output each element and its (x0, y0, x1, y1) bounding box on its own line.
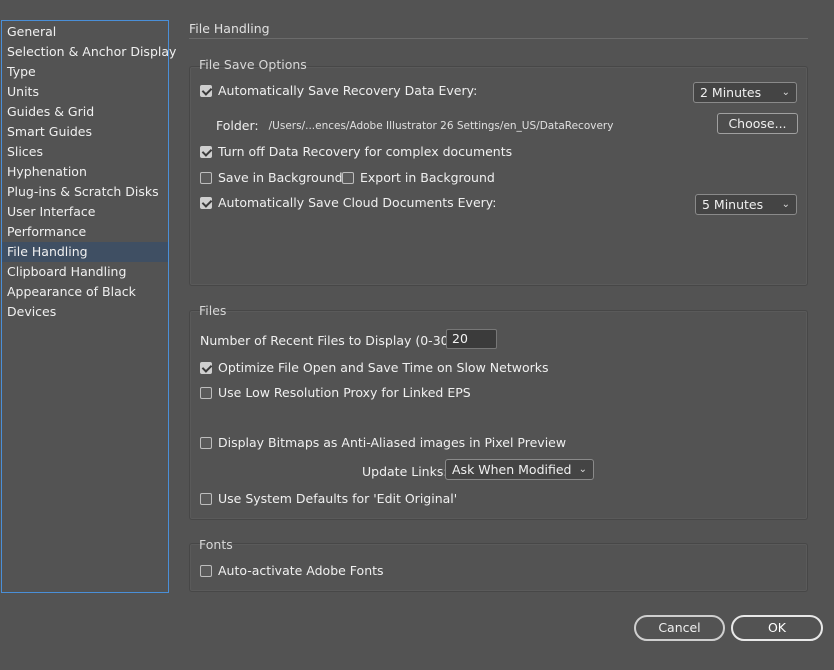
system-defaults-label: Use System Defaults for 'Edit Original' (218, 491, 458, 506)
update-links-label: Update Links: (362, 464, 448, 479)
auto-save-recovery-label: Automatically Save Recovery Data Every: (218, 83, 478, 98)
low-res-proxy-label: Use Low Resolution Proxy for Linked EPS (218, 385, 471, 400)
chevron-down-icon: ⌄ (781, 199, 790, 210)
export-in-background-checkbox[interactable] (342, 171, 354, 184)
sidebar-item-appearance-of-black[interactable]: Appearance of Black (2, 282, 168, 302)
sidebar-item-general[interactable]: General (2, 22, 168, 42)
sidebar-item-slices[interactable]: Slices (2, 142, 168, 162)
sidebar-item-user-interface[interactable]: User Interface (2, 202, 168, 222)
system-defaults-row: Use System Defaults for 'Edit Original' (200, 491, 457, 506)
save-in-background-checkbox[interactable] (200, 171, 212, 184)
turn-off-recovery-label: Turn off Data Recovery for complex docum… (218, 144, 513, 159)
optimize-open-save-checkbox[interactable] (200, 361, 212, 374)
sidebar-item-performance[interactable]: Performance (2, 222, 168, 242)
file-save-options-title: File Save Options (199, 57, 307, 72)
sidebar-item-smart-guides[interactable]: Smart Guides (2, 122, 168, 142)
choose-folder-button[interactable]: Choose... (717, 113, 798, 134)
optimize-open-save-row: Optimize File Open and Save Time on Slow… (200, 360, 548, 375)
sidebar-item-file-handling[interactable]: File Handling (2, 242, 168, 262)
auto-activate-fonts-label: Auto-activate Adobe Fonts (218, 563, 384, 578)
sidebar-item-selection-anchor-display[interactable]: Selection & Anchor Display (2, 42, 176, 62)
auto-save-cloud-row: Automatically Save Cloud Documents Every… (200, 195, 497, 210)
sidebar-item-plugins-scratch-disks[interactable]: Plug-ins & Scratch Disks (2, 182, 168, 202)
recovery-interval-select[interactable]: 2 Minutes ⌄ (693, 82, 797, 103)
auto-save-cloud-label: Automatically Save Cloud Documents Every… (218, 195, 497, 210)
sidebar-item-devices[interactable]: Devices (2, 302, 168, 322)
page-title: File Handling (189, 21, 270, 36)
export-in-background-row: Export in Background (342, 170, 495, 185)
folder-row: Folder: /Users/...ences/Adobe Illustrato… (216, 118, 613, 133)
low-res-proxy-row: Use Low Resolution Proxy for Linked EPS (200, 385, 471, 400)
sidebar-item-type[interactable]: Type (2, 62, 168, 82)
sidebar-item-hyphenation[interactable]: Hyphenation (2, 162, 168, 182)
optimize-open-save-label: Optimize File Open and Save Time on Slow… (218, 360, 549, 375)
anti-aliased-bitmaps-row: Display Bitmaps as Anti-Aliased images i… (200, 435, 566, 450)
sidebar-item-units[interactable]: Units (2, 82, 168, 102)
cancel-button[interactable]: Cancel (634, 615, 725, 641)
auto-activate-fonts-checkbox[interactable] (200, 564, 212, 577)
auto-save-cloud-checkbox[interactable] (200, 196, 212, 209)
recent-files-row: Number of Recent Files to Display (0-30)… (200, 333, 458, 348)
folder-label: Folder: (216, 118, 259, 133)
turn-off-recovery-row: Turn off Data Recovery for complex docum… (200, 144, 512, 159)
update-links-row: Update Links: (362, 464, 448, 479)
sidebar-item-guides-grid[interactable]: Guides & Grid (2, 102, 168, 122)
anti-aliased-bitmaps-label: Display Bitmaps as Anti-Aliased images i… (218, 435, 567, 450)
chevron-down-icon: ⌄ (578, 464, 587, 475)
save-in-background-label: Save in Background (218, 170, 343, 185)
recovery-interval-value: 2 Minutes (700, 85, 762, 100)
fonts-title: Fonts (199, 537, 233, 552)
auto-activate-fonts-row: Auto-activate Adobe Fonts (200, 563, 384, 578)
low-res-proxy-checkbox[interactable] (200, 386, 212, 399)
preferences-sidebar: General Selection & Anchor Display Type … (1, 20, 176, 593)
anti-aliased-bitmaps-checkbox[interactable] (200, 436, 212, 449)
save-in-background-row: Save in Background (200, 170, 343, 185)
recent-files-input[interactable]: 20 (446, 329, 497, 349)
cloud-interval-value: 5 Minutes (702, 197, 764, 212)
system-defaults-checkbox[interactable] (200, 492, 212, 505)
update-links-select[interactable]: Ask When Modified ⌄ (445, 459, 594, 480)
export-in-background-label: Export in Background (360, 170, 495, 185)
update-links-value: Ask When Modified (452, 462, 572, 477)
auto-save-recovery-row: Automatically Save Recovery Data Every: (200, 83, 477, 98)
title-divider (189, 38, 808, 39)
recent-files-label: Number of Recent Files to Display (0-30)… (200, 333, 458, 348)
sidebar-item-clipboard-handling[interactable]: Clipboard Handling (2, 262, 168, 282)
files-title: Files (199, 303, 227, 318)
cloud-interval-select[interactable]: 5 Minutes ⌄ (695, 194, 797, 215)
folder-path: /Users/...ences/Adobe Illustrator 26 Set… (268, 119, 614, 132)
chevron-down-icon: ⌄ (781, 87, 790, 98)
ok-button[interactable]: OK (731, 615, 823, 641)
auto-save-recovery-checkbox[interactable] (200, 84, 212, 97)
turn-off-recovery-checkbox[interactable] (200, 145, 212, 158)
